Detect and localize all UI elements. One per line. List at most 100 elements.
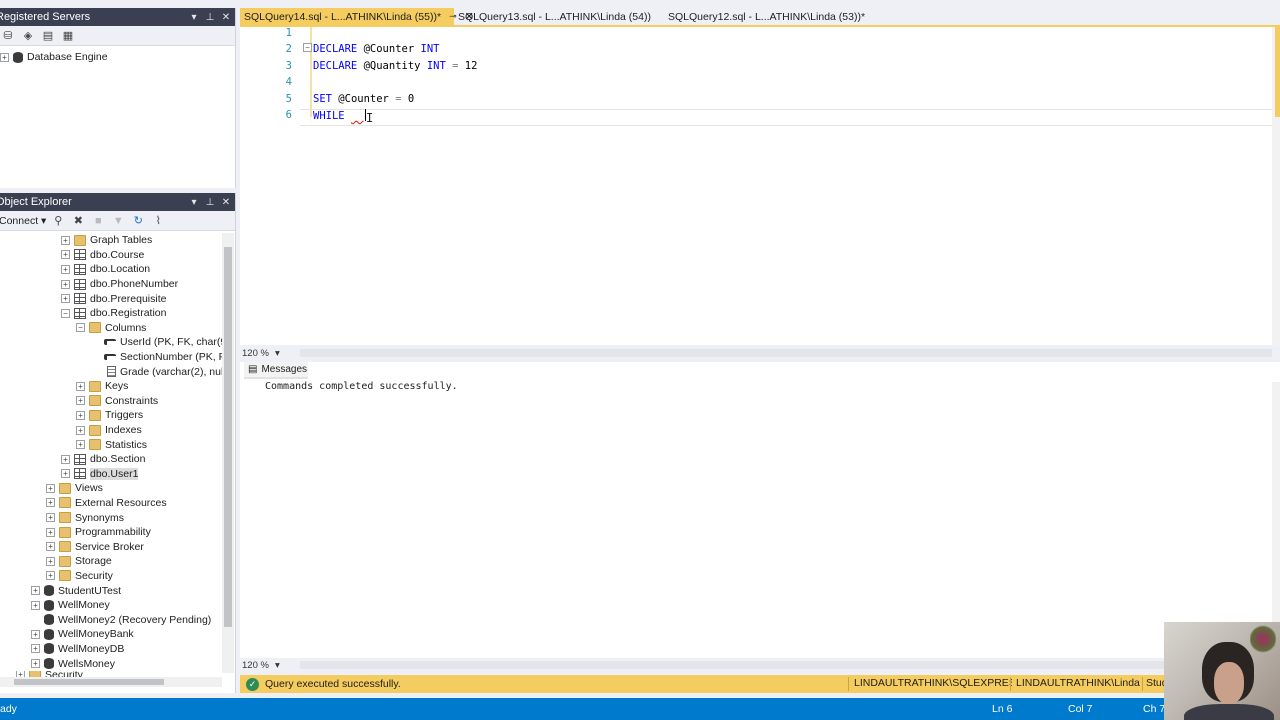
tree-item[interactable]: − Columns xyxy=(0,321,222,336)
editor-zoom[interactable]: 120 % ▾ xyxy=(242,346,302,360)
refresh-icon[interactable]: ↻ xyxy=(130,213,146,229)
webcam-overlay xyxy=(1164,622,1280,720)
code-line-6: WHILE xyxy=(313,109,366,122)
tree-item[interactable]: + dbo.Section xyxy=(0,452,222,467)
tree-item[interactable]: + WellsMoney xyxy=(0,656,222,671)
tree-item[interactable]: + dbo.Location xyxy=(0,262,222,277)
tree-item[interactable]: + StudentUTest xyxy=(0,583,222,598)
tree-item[interactable]: + dbo.PhoneNumber xyxy=(0,277,222,292)
change-margin xyxy=(310,27,312,117)
line-number: 5 xyxy=(285,93,292,105)
line-indicator: Ln 6 xyxy=(992,703,1013,715)
tree-item[interactable]: + Constraints xyxy=(0,394,222,409)
tree-item-database-engine[interactable]: + Database Engine xyxy=(0,50,235,65)
tree-item[interactable]: + WellMoneyBank xyxy=(0,627,222,642)
zoom-value: 120 % xyxy=(242,659,269,671)
tree-item[interactable]: + Programmability xyxy=(0,525,222,540)
tree-item[interactable]: + Views xyxy=(0,481,222,496)
expand-icon[interactable]: + xyxy=(0,52,9,62)
line-number: 4 xyxy=(285,76,292,88)
tree-item[interactable]: + WellMoneyDB xyxy=(0,642,222,657)
dropdown-icon[interactable]: ▾ xyxy=(187,12,201,23)
tree-item[interactable]: + dbo.Course xyxy=(0,248,222,263)
tree-item[interactable]: UserId (PK, FK, char(9), xyxy=(0,335,233,350)
connect-icon[interactable]: ⚲ xyxy=(50,213,66,229)
column-indicator: Col 7 xyxy=(1068,703,1093,715)
tree-item[interactable]: + Graph Tables xyxy=(0,233,222,248)
reporting-services-icon[interactable]: ▤ xyxy=(40,28,56,44)
scroll-thumb[interactable] xyxy=(224,247,232,627)
tree-item[interactable]: + Synonyms xyxy=(0,510,222,525)
object-explorer-tree: + Graph Tables + dbo.Course + dbo.Location … xyxy=(0,233,233,679)
tree-item[interactable]: + WellMoney xyxy=(0,598,222,613)
connect-label: Connect xyxy=(0,214,39,227)
server-name: LINDAULTRATHINK\SQLEXPRESS ... xyxy=(854,677,1012,689)
object-explorer-header: Object Explorer ▾ ⊥ ✕ xyxy=(0,193,235,211)
tree-item[interactable]: + dbo.User1 xyxy=(0,467,222,482)
divider xyxy=(1010,677,1011,691)
tab-label: SQLQuery12.sql - L...ATHINK\Linda (53))* xyxy=(668,10,866,23)
query-status-bar: ✓ Query executed successfully. LINDAULTR… xyxy=(240,675,1280,693)
database-engine-icon[interactable]: ⛁ xyxy=(0,28,16,44)
tree-item[interactable]: + Storage xyxy=(0,554,222,569)
close-icon[interactable]: ✕ xyxy=(219,12,233,23)
tab-sqlquery13[interactable]: SQLQuery13.sql - L...ATHINK\Linda (54)) xyxy=(454,8,664,25)
tree-item[interactable]: + External Resources xyxy=(0,496,222,511)
object-explorer-title: Object Explorer xyxy=(0,196,72,208)
tab-sqlquery12[interactable]: SQLQuery12.sql - L...ATHINK\Linda (53))* xyxy=(664,8,871,25)
zoom-value: 120 % xyxy=(242,347,269,359)
tree-item[interactable]: + Statistics xyxy=(0,437,222,452)
ibeam-cursor-icon: I xyxy=(366,111,374,125)
tree-item[interactable]: Grade (varchar(2), null) xyxy=(0,364,229,379)
tree-item[interactable]: WellMoney2 (Recovery Pending) xyxy=(0,612,222,627)
tree-item[interactable]: + Keys xyxy=(0,379,222,394)
chevron-down-icon[interactable]: ▾ xyxy=(275,348,280,359)
database-icon xyxy=(13,51,23,63)
filter-icon[interactable]: ▼ xyxy=(110,213,126,229)
line-number-gutter: 1 2 3 4 5 6 xyxy=(240,27,296,345)
success-check-icon: ✓ xyxy=(246,677,259,691)
current-line-highlight xyxy=(300,109,1278,126)
tab-sqlquery14[interactable]: SQLQuery14.sql - L...ATHINK\Linda (55))*… xyxy=(240,8,474,25)
tree-item[interactable]: − dbo.Registration xyxy=(0,306,222,321)
tree-horizontal-scrollbar[interactable] xyxy=(0,677,222,687)
integration-services-icon[interactable]: ▦ xyxy=(60,28,76,44)
query-status-message: Query executed successfully. xyxy=(265,678,401,690)
results-horizontal-scrollbar[interactable] xyxy=(300,661,1272,669)
connect-button[interactable]: Connect ▾ xyxy=(0,215,46,227)
presenter-shoulders xyxy=(1184,704,1274,720)
scroll-thumb[interactable] xyxy=(14,679,164,685)
tree-item[interactable]: + dbo.Prerequisite xyxy=(0,291,222,306)
tree-item[interactable]: SectionNumber (PK, FK xyxy=(0,350,232,365)
tree-vertical-scrollbar[interactable] xyxy=(222,233,234,673)
line-number: 1 xyxy=(285,27,292,39)
chevron-down-icon[interactable]: ▾ xyxy=(275,660,280,671)
scrollbar-change-marker xyxy=(1275,27,1280,117)
tree-item[interactable]: + Triggers xyxy=(0,408,222,423)
status-bar: ady Ln 6 Col 7 Ch 7 xyxy=(0,698,1280,720)
object-explorer-pane: Object Explorer ▾ ⊥ ✕ Connect ▾ ⚲ ✖ ■ ▼ … xyxy=(0,193,236,693)
document-tabs: SQLQuery14.sql - L...ATHINK\Linda (55))*… xyxy=(240,8,1280,25)
divider xyxy=(1142,677,1143,691)
results-zoom[interactable]: 120 % ▾ xyxy=(242,658,302,672)
disconnect-icon[interactable]: ✖ xyxy=(70,213,86,229)
tree-item[interactable]: + Security xyxy=(0,569,222,584)
results-vertical-scrollbar[interactable] xyxy=(1272,382,1280,652)
close-icon[interactable]: ✕ xyxy=(219,197,233,208)
query-editor[interactable]: 1 2 3 4 5 6 − DECLARE @Counter INT DECLA… xyxy=(240,25,1280,345)
stop-icon[interactable]: ■ xyxy=(90,213,106,229)
registered-servers-title: Registered Servers xyxy=(0,11,91,23)
registered-servers-toolbar: ⛁ ◈ ▤ ▦ xyxy=(0,26,235,46)
editor-horizontal-scrollbar[interactable] xyxy=(300,349,1272,357)
tree-item[interactable]: + Indexes xyxy=(0,423,222,438)
result-message: Commands completed successfully. xyxy=(265,381,458,392)
dropdown-icon[interactable]: ▾ xyxy=(187,197,201,208)
tree-item[interactable]: + Service Broker xyxy=(0,539,222,554)
activity-monitor-icon[interactable]: ⌇ xyxy=(150,213,166,229)
tab-messages[interactable]: ▤ Messages xyxy=(244,362,308,379)
analysis-services-icon[interactable]: ◈ xyxy=(20,28,36,44)
tab-label: Messages xyxy=(261,364,308,375)
pin-icon[interactable]: ⊥ xyxy=(203,12,217,23)
pin-icon[interactable]: ⊥ xyxy=(203,197,217,208)
collapse-icon[interactable]: − xyxy=(303,43,312,52)
